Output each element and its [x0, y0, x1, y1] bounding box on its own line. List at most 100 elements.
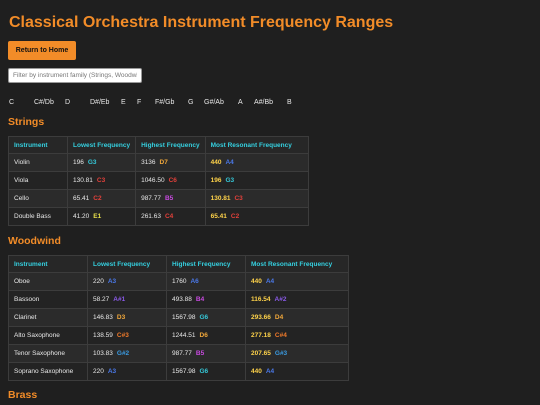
frequency-value: 65.41: [210, 213, 227, 220]
column-header: Most Resonant Frequency: [204, 136, 309, 154]
frequency-value: 130.81: [73, 177, 93, 184]
high-frequency-cell: 3136 D7: [135, 153, 206, 172]
frequency-value: 196: [73, 159, 84, 166]
res-frequency-cell: 196 G3: [204, 171, 309, 190]
low-frequency-cell: 41.20 E1: [66, 207, 137, 226]
note-button-as-bb[interactable]: A#/Bb: [254, 97, 287, 108]
low-frequency-cell: 58.27 A#1: [87, 290, 167, 309]
frequency-value: 220: [93, 368, 104, 375]
frequency-value: 58.27: [93, 296, 110, 303]
frequency-value: 261.63: [141, 213, 161, 220]
low-frequency-cell: 196 G3: [66, 153, 137, 172]
frequency-value: 130.81: [210, 195, 231, 202]
low-frequency-cell: 65.41 C2: [66, 189, 137, 208]
frequency-value: 3136: [141, 159, 156, 166]
table-row: Bassoon 58.27 A#1 493.88 B4 116.54 A#2: [8, 290, 349, 309]
table-row: Soprano Saxophone 220 A3 1567.98 G6 440 A4: [8, 362, 349, 381]
high-frequency-cell: 987.77 B5: [166, 344, 246, 363]
note-label: G6: [199, 314, 209, 321]
low-frequency-cell: 220 A3: [87, 272, 167, 291]
note-button-a[interactable]: A: [238, 97, 254, 108]
frequency-value: 116.54: [251, 296, 271, 303]
table-row: Alto Saxophone 138.59 C#3 1244.51 D6 277.18 C#…: [8, 326, 349, 345]
frequency-value: 440: [210, 159, 222, 166]
frequency-value: 987.77: [141, 195, 161, 202]
note-label: A4: [265, 368, 275, 375]
note-label: C2: [93, 195, 102, 202]
high-frequency-cell: 1244.51 D6: [166, 326, 246, 345]
table-row: Clarinet 146.83 D3 1567.98 G6 293.66 D4: [8, 308, 349, 327]
frequency-value: 1244.51: [172, 332, 196, 339]
note-button-fs-gb[interactable]: F#/Gb: [155, 97, 188, 108]
note-button-gs-ab[interactable]: G#/Ab: [204, 97, 238, 108]
table-row: Cello 65.41 C2 987.77 B5 130.81 C3: [8, 189, 309, 208]
return-home-button[interactable]: Return to Home: [8, 41, 76, 60]
section-heading-strings: Strings: [8, 116, 45, 128]
note-label: C3: [96, 177, 106, 184]
note-label: A3: [107, 278, 117, 285]
note-button-d[interactable]: D: [65, 97, 90, 108]
note-label: A4: [265, 278, 275, 285]
note-label: D7: [159, 159, 168, 166]
low-frequency-cell: 130.81 C3: [66, 171, 137, 190]
column-header: Most Resonant Frequency: [245, 255, 349, 273]
column-header: Lowest Frequency: [87, 255, 167, 273]
note-label: A#2: [274, 296, 287, 303]
note-filter-bar: C C#/Db D D#/Eb E F F#/Gb G G#/Ab A A#/Bb B: [9, 97, 303, 108]
instrument-name: Alto Saxophone: [8, 326, 88, 345]
frequency-value: 987.77: [172, 350, 192, 357]
column-header: Instrument: [8, 255, 88, 273]
column-header: Lowest Frequency: [66, 136, 137, 154]
note-label: B5: [164, 195, 174, 202]
note-label: A3: [107, 368, 117, 375]
frequency-value: 440: [251, 368, 262, 375]
frequency-value: 207.65: [251, 350, 271, 357]
note-label: G3: [225, 177, 235, 184]
note-button-e[interactable]: E: [121, 97, 137, 108]
instrument-name: Oboe: [8, 272, 88, 291]
note-label: G#2: [116, 350, 130, 357]
instrument-name: Soprano Saxophone: [8, 362, 88, 381]
note-label: G#3: [274, 350, 288, 357]
section-heading-woodwind: Woodwind: [8, 235, 61, 247]
high-frequency-cell: 1567.98 G6: [166, 308, 246, 327]
note-label: A#1: [113, 296, 126, 303]
table-row: Tenor Saxophone 103.83 G#2 987.77 B5 207.65 G#…: [8, 344, 349, 363]
res-frequency-cell: 440 A4: [245, 272, 349, 291]
frequency-value: 196: [210, 177, 222, 184]
note-button-b[interactable]: B: [287, 97, 303, 108]
high-frequency-cell: 1046.50 C6: [135, 171, 206, 190]
low-frequency-cell: 220 A3: [87, 362, 167, 381]
note-label: A4: [225, 159, 234, 166]
note-button-g[interactable]: G: [188, 97, 204, 108]
note-label: G6: [199, 368, 209, 375]
instrument-name: Clarinet: [8, 308, 88, 327]
instrument-name: Double Bass: [8, 207, 68, 226]
note-button-f[interactable]: F: [137, 97, 155, 108]
note-button-ds-eb[interactable]: D#/Eb: [90, 97, 121, 108]
res-frequency-cell: 440 A4: [245, 362, 349, 381]
note-button-cs-db[interactable]: C#/Db: [34, 97, 65, 108]
note-button-c[interactable]: C: [9, 97, 34, 108]
note-label: A6: [190, 278, 199, 285]
note-label: D6: [199, 332, 208, 339]
low-frequency-cell: 103.83 G#2: [87, 344, 167, 363]
instrument-name: Bassoon: [8, 290, 88, 309]
note-label: G3: [87, 159, 97, 166]
frequency-value: 41.20: [73, 213, 90, 220]
high-frequency-cell: 1760 A6: [166, 272, 246, 291]
note-label: C#4: [274, 332, 287, 339]
note-label: B5: [195, 350, 205, 357]
res-frequency-cell: 207.65 G#3: [245, 344, 349, 363]
note-label: D3: [116, 314, 126, 321]
instrument-name: Cello: [8, 189, 68, 208]
frequency-value: 65.41: [73, 195, 90, 202]
res-frequency-cell: 293.66 D4: [245, 308, 349, 327]
note-label: E1: [93, 213, 102, 220]
table-woodwind: Instrument Lowest Frequency Highest Freque…: [8, 255, 349, 381]
res-frequency-cell: 440 A4: [204, 153, 309, 172]
note-label: C6: [168, 177, 177, 184]
family-filter-input[interactable]: [8, 68, 142, 83]
res-frequency-cell: 130.81 C3: [204, 189, 309, 208]
column-header: Highest Frequency: [135, 136, 206, 154]
